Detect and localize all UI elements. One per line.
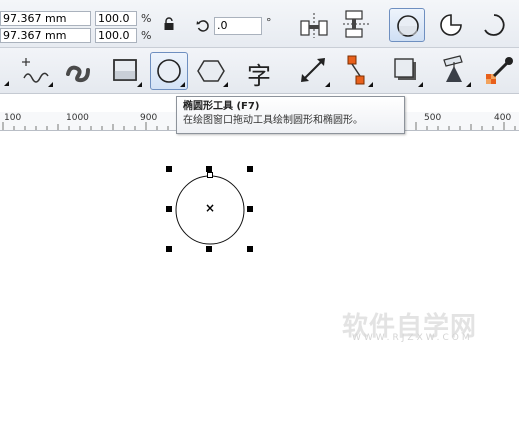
flyout-indicator: [325, 82, 330, 87]
ruler-label: 400: [494, 113, 512, 123]
scale-y-unit: %: [141, 29, 152, 42]
fill-tool[interactable]: [436, 52, 474, 90]
selection-handle[interactable]: [166, 246, 172, 252]
dimension-tool[interactable]: [295, 52, 333, 90]
scale-x-unit: %: [141, 12, 152, 25]
selection-handle[interactable]: [247, 206, 253, 212]
selection-handle[interactable]: [247, 246, 253, 252]
scale-y-field[interactable]: 100.0: [95, 28, 137, 43]
flyout-indicator: [223, 82, 228, 87]
rotation-field[interactable]: .0: [214, 17, 262, 35]
flyout-indicator: [137, 82, 142, 87]
watermark-url: WWW.RJZXW.COM: [352, 333, 473, 343]
mirror-horizontal-icon[interactable]: [298, 11, 330, 39]
center-marker: ×: [205, 201, 216, 215]
flyout-indicator: [418, 82, 423, 87]
text-tool[interactable]: 字: [243, 52, 281, 90]
object-height-field[interactable]: 97.367 mm: [0, 28, 91, 43]
ruler-label: 1000: [66, 113, 89, 123]
rectangle-tool[interactable]: [107, 52, 145, 90]
object-width-field[interactable]: 97.367 mm: [0, 11, 91, 26]
selection-handle[interactable]: [206, 246, 212, 252]
selection-handle[interactable]: [166, 206, 172, 212]
selection-handle[interactable]: [166, 166, 172, 172]
node-handle[interactable]: [207, 172, 213, 178]
ruler-label: 500: [424, 113, 442, 123]
ruler-label: 900: [140, 113, 158, 123]
tooltip: 椭圆形工具 (F7) 在绘图窗口拖动工具绘制圆形和椭圆形。: [176, 96, 405, 134]
scale-x-field[interactable]: 100.0: [95, 11, 137, 26]
polygon-tool[interactable]: [193, 52, 231, 90]
tooltip-description: 在绘图窗口拖动工具绘制圆形和椭圆形。: [183, 115, 363, 126]
tooltip-title: 椭圆形工具 (F7): [183, 101, 260, 112]
text-tool-glyph: 字: [247, 62, 271, 90]
flyout-indicator: [180, 82, 185, 87]
ruler-label: 100: [4, 113, 22, 123]
ellipse-mode-button[interactable]: [389, 8, 425, 42]
artistic-media-tool[interactable]: [60, 52, 98, 90]
arc-mode-icon[interactable]: [482, 13, 506, 37]
drawing-canvas[interactable]: [0, 131, 519, 425]
ellipse-tool[interactable]: [150, 52, 188, 90]
lock-ratio-icon[interactable]: [163, 17, 175, 31]
flyout-indicator: [368, 82, 373, 87]
mirror-vertical-icon[interactable]: [342, 8, 372, 40]
rotation-unit: °: [266, 16, 272, 29]
flyout-indicator: [466, 82, 471, 87]
flyout-indicator: [48, 82, 53, 87]
pie-mode-icon[interactable]: [439, 13, 463, 37]
ellipse-mode-icon: [397, 15, 419, 37]
drop-shadow-tool[interactable]: [388, 52, 426, 90]
eyedropper-icon: [486, 57, 513, 84]
flyout-indicator: [4, 81, 9, 86]
rotate-icon: [196, 20, 209, 32]
connector-tool[interactable]: [338, 52, 376, 90]
freehand-tool[interactable]: [18, 52, 56, 90]
property-bar: 97.367 mm 97.367 mm 100.0 100.0 % % .0 °: [0, 0, 519, 48]
selection-handle[interactable]: [247, 166, 253, 172]
eyedropper-tool[interactable]: [480, 52, 518, 90]
artistic-media-icon: [66, 65, 90, 83]
